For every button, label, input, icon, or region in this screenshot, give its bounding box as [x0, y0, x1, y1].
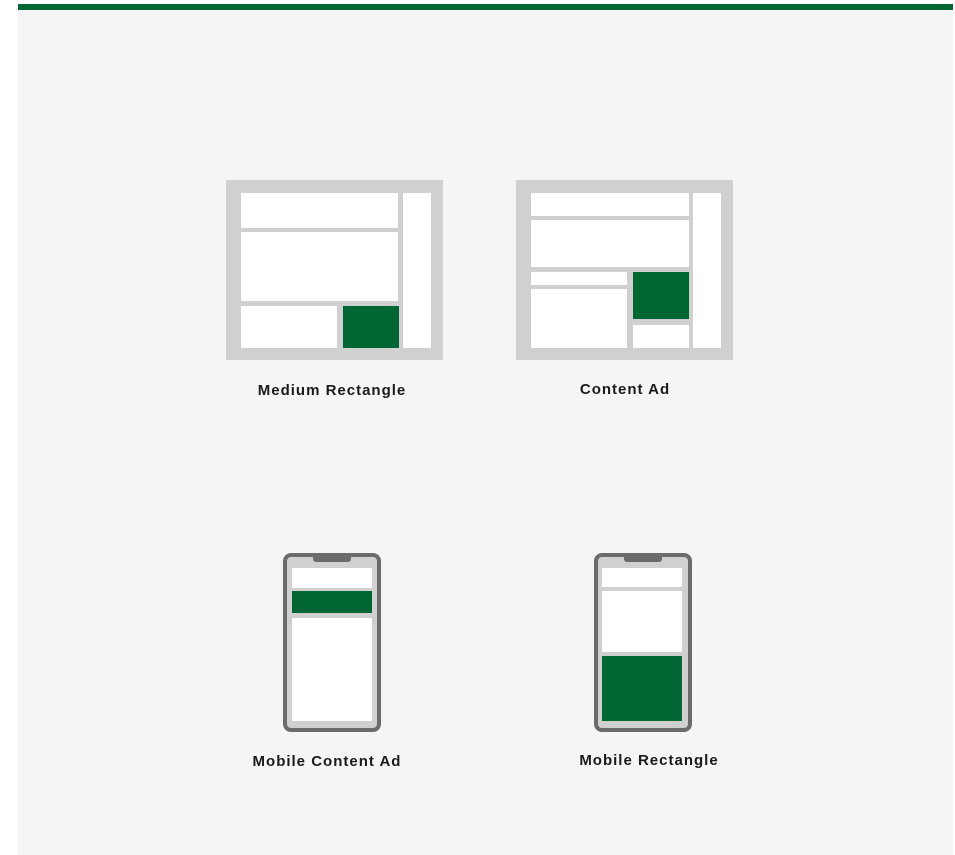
mobile-rectangle-phone: [594, 553, 692, 732]
header-block: [531, 193, 689, 216]
phone-notch: [624, 557, 662, 562]
left-strip-block: [531, 272, 627, 285]
left-lower-block: [531, 289, 627, 348]
header-block: [292, 568, 372, 588]
medium-rectangle-label: Medium Rectangle: [257, 382, 407, 399]
content-block: [241, 232, 398, 301]
content-block: [602, 591, 682, 652]
right-lower-block: [633, 325, 689, 348]
header-block: [602, 568, 682, 587]
phone-notch: [313, 557, 351, 562]
content-block: [292, 618, 372, 721]
mobile-content-ad-phone: [283, 553, 381, 732]
bottom-left-block: [241, 306, 337, 348]
content-ad-label: Content Ad: [579, 381, 671, 398]
ad-slot-highlight: [633, 272, 689, 319]
ad-slot-highlight: [343, 306, 399, 348]
sidebar-block: [403, 193, 431, 348]
medium-rectangle-wireframe: [226, 180, 443, 360]
content-ad-wireframe: [516, 180, 733, 360]
mobile-rectangle-label: Mobile Rectangle: [579, 752, 719, 769]
ad-formats-panel: [18, 4, 953, 855]
ad-slot-highlight: [292, 591, 372, 613]
header-block: [241, 193, 398, 228]
ad-slot-highlight: [602, 656, 682, 721]
sidebar-block: [693, 193, 721, 348]
content-block: [531, 220, 689, 267]
mobile-content-ad-label: Mobile Content Ad: [252, 753, 402, 770]
